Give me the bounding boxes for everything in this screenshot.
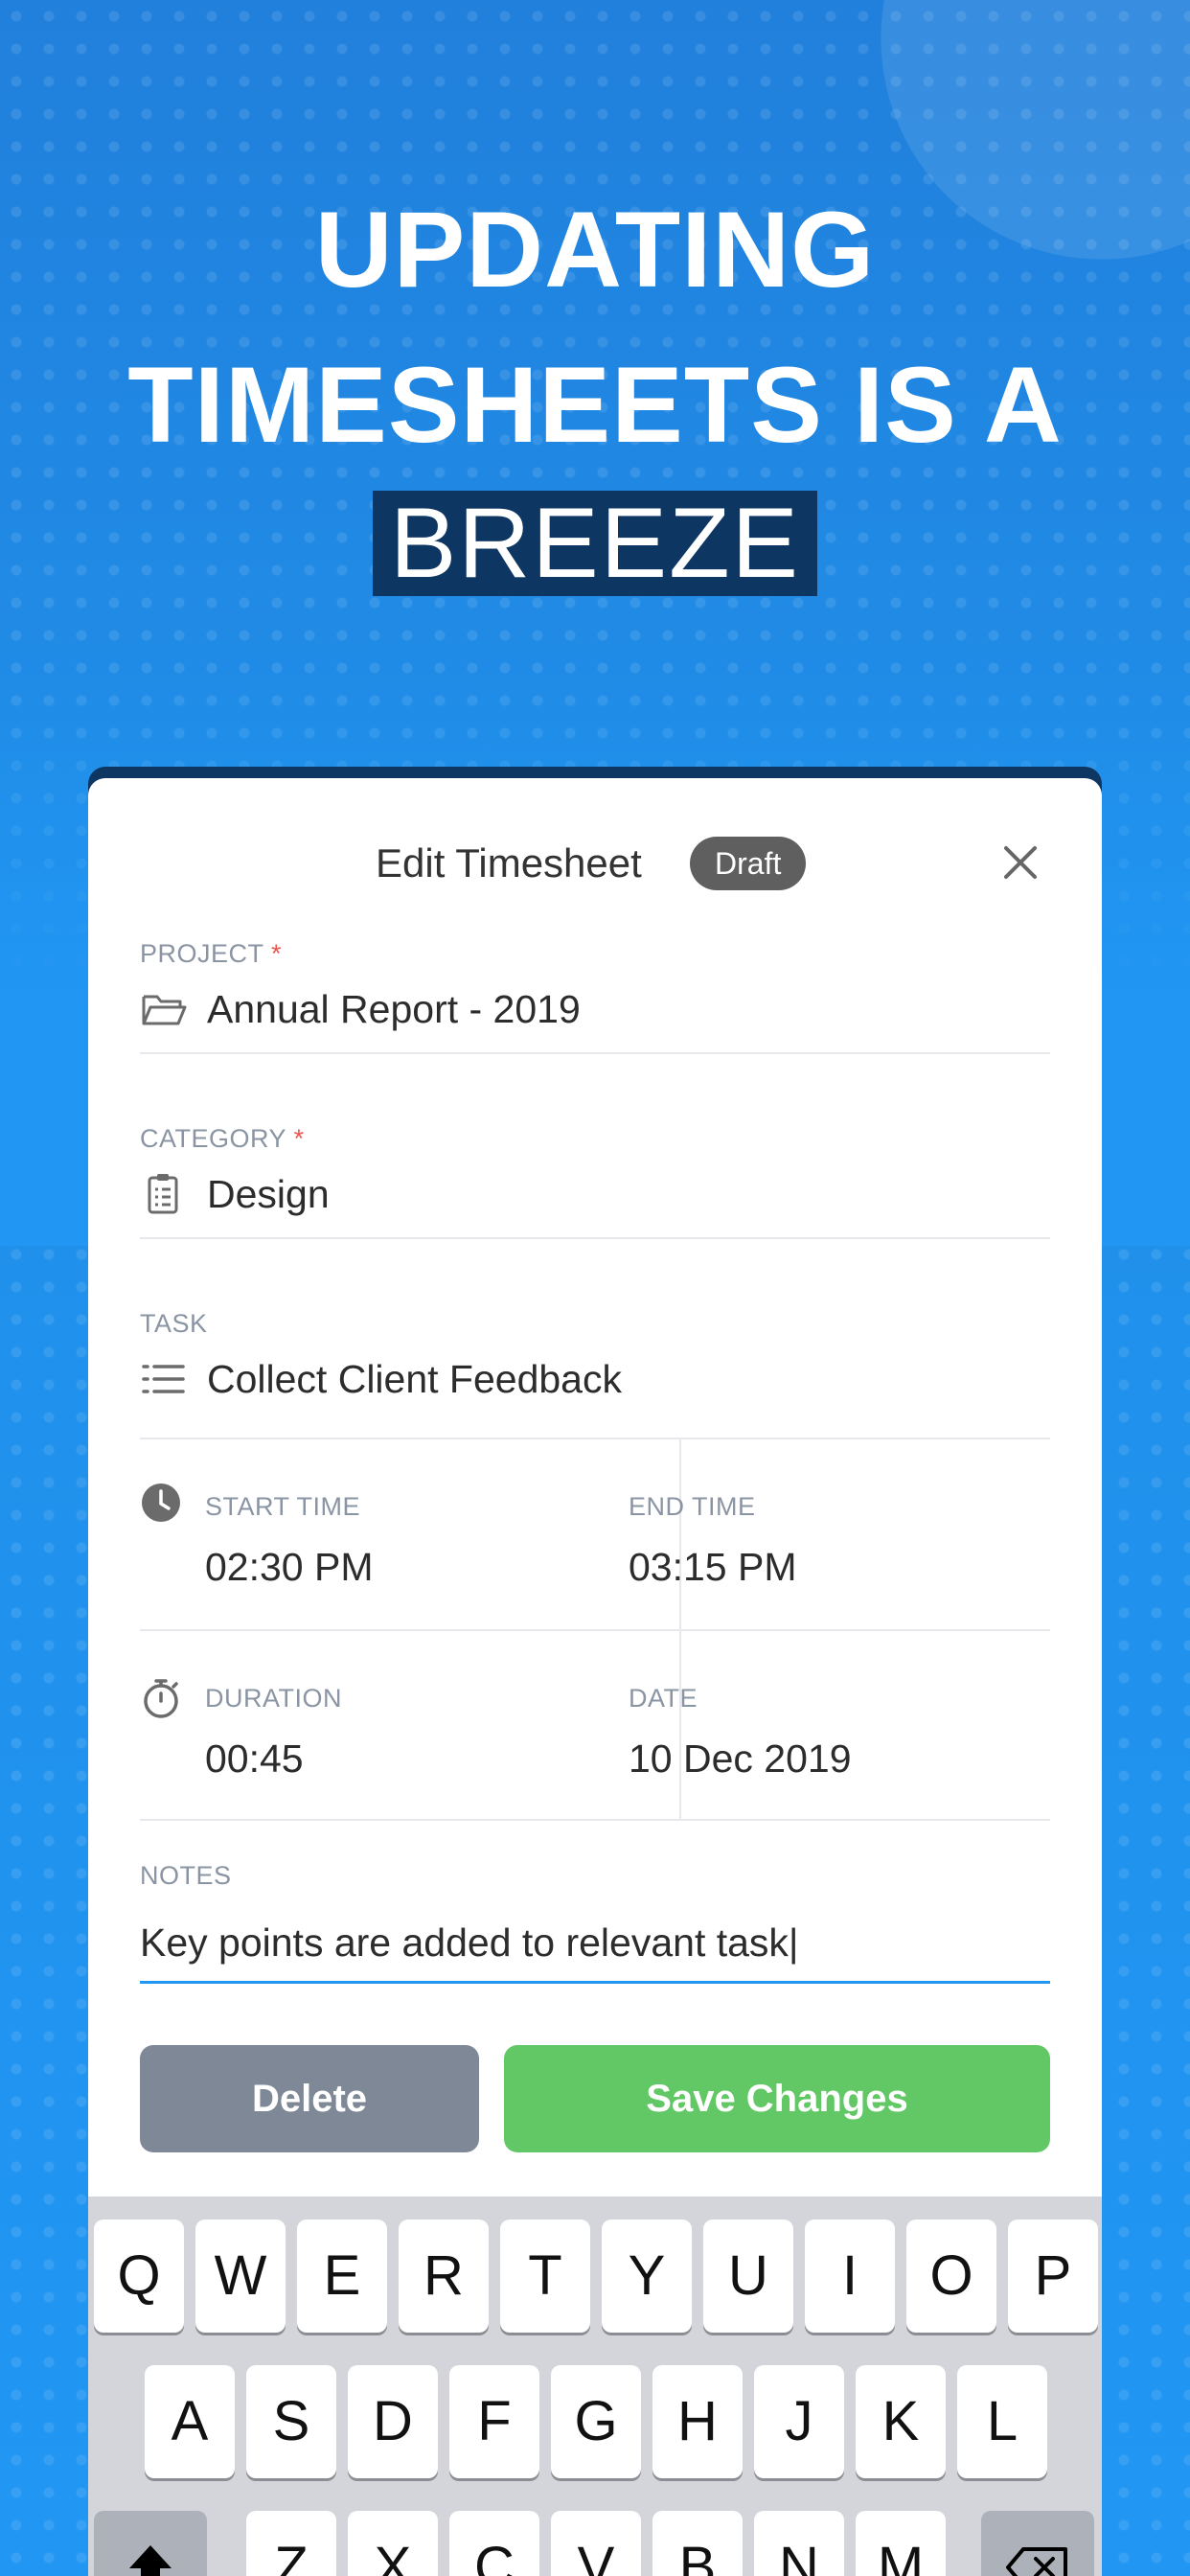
clock-icon: [140, 1482, 182, 1529]
key-z[interactable]: Z: [246, 2511, 336, 2576]
highlight-wrap: BREEZE: [0, 491, 1190, 596]
modal-title: Edit Timesheet: [376, 840, 642, 886]
clipboard-list-icon: [140, 1170, 188, 1218]
key-x[interactable]: X: [348, 2511, 438, 2576]
key-s[interactable]: S: [246, 2365, 336, 2478]
task-field[interactable]: TASK Collect Client Feedback: [140, 1309, 1050, 1401]
end-time-value: 03:15 PM: [629, 1545, 797, 1589]
delete-button[interactable]: Delete: [140, 2045, 479, 2152]
key-h[interactable]: H: [652, 2365, 743, 2478]
key-u[interactable]: U: [703, 2220, 793, 2333]
time-grid: START TIME 02:30 PM END TIME 03:15 PM DU…: [140, 1438, 1050, 1821]
status-badge: Draft: [690, 837, 807, 890]
duration-label: DURATION: [205, 1684, 342, 1713]
headline-line-2: TIMESHEETS IS A: [127, 345, 1063, 465]
save-changes-button[interactable]: Save Changes: [504, 2045, 1050, 2152]
key-w[interactable]: W: [195, 2220, 286, 2333]
start-time-label: START TIME: [205, 1492, 361, 1521]
duration-value: 00:45: [205, 1736, 304, 1781]
stopwatch-icon: [140, 1677, 182, 1724]
backspace-icon[interactable]: [981, 2511, 1094, 2576]
key-f[interactable]: F: [449, 2365, 539, 2478]
close-icon[interactable]: [996, 839, 1044, 886]
key-c[interactable]: C: [449, 2511, 539, 2576]
key-q[interactable]: Q: [94, 2220, 184, 2333]
promo-headline: UPDATING TIMESHEETS IS A: [0, 172, 1190, 483]
project-field[interactable]: PROJECT * Annual Report - 2019: [140, 939, 1050, 1054]
key-g[interactable]: G: [551, 2365, 641, 2478]
project-label: PROJECT *: [140, 939, 283, 968]
key-v[interactable]: V: [551, 2511, 641, 2576]
edit-timesheet-card: Edit Timesheet Draft PROJECT * Annual Re…: [88, 778, 1102, 2576]
key-y[interactable]: Y: [602, 2220, 692, 2333]
key-p[interactable]: P: [1008, 2220, 1098, 2333]
key-k[interactable]: K: [856, 2365, 946, 2478]
notes-label: NOTES: [140, 1861, 232, 1890]
keyboard: Q W E R T Y U I O P A S D F G H J K L Z …: [88, 2196, 1102, 2576]
list-icon: [140, 1355, 188, 1403]
headline-line-1: UPDATING: [314, 190, 876, 310]
key-a[interactable]: A: [145, 2365, 235, 2478]
key-l[interactable]: L: [957, 2365, 1047, 2478]
key-t[interactable]: T: [500, 2220, 590, 2333]
key-d[interactable]: D: [348, 2365, 438, 2478]
task-value: Collect Client Feedback: [207, 1356, 622, 1401]
end-time-field[interactable]: END TIME 03:15 PM: [629, 1438, 1084, 1629]
key-o[interactable]: O: [906, 2220, 996, 2333]
key-n[interactable]: N: [754, 2511, 844, 2576]
date-field[interactable]: DATE 10 Dec 2019: [629, 1629, 1084, 1821]
start-time-value: 02:30 PM: [205, 1545, 374, 1589]
duration-field[interactable]: DURATION 00:45: [140, 1629, 595, 1821]
category-field[interactable]: CATEGORY * Design: [140, 1124, 1050, 1239]
headline-highlight: BREEZE: [372, 491, 818, 596]
key-i[interactable]: I: [805, 2220, 895, 2333]
key-j[interactable]: J: [754, 2365, 844, 2478]
key-m[interactable]: M: [856, 2511, 946, 2576]
divider: [140, 1052, 1050, 1054]
key-e[interactable]: E: [297, 2220, 387, 2333]
key-b[interactable]: B: [652, 2511, 743, 2576]
date-value: 10 Dec 2019: [629, 1736, 852, 1781]
category-label: CATEGORY *: [140, 1124, 305, 1153]
key-r[interactable]: R: [399, 2220, 489, 2333]
category-value: Design: [207, 1171, 330, 1216]
modal-header: Edit Timesheet Draft: [88, 831, 1102, 898]
divider: [140, 1237, 1050, 1239]
start-time-field[interactable]: START TIME 02:30 PM: [140, 1438, 595, 1629]
project-value: Annual Report - 2019: [207, 986, 581, 1031]
shift-icon[interactable]: [94, 2511, 207, 2576]
folder-open-icon: [140, 985, 188, 1033]
date-label: DATE: [629, 1684, 698, 1713]
task-label: TASK: [140, 1309, 208, 1338]
notes-input[interactable]: Key points are added to relevant task|: [140, 1904, 1050, 1984]
notes-field: NOTES Key points are added to relevant t…: [140, 1861, 1050, 1984]
end-time-label: END TIME: [629, 1492, 756, 1521]
